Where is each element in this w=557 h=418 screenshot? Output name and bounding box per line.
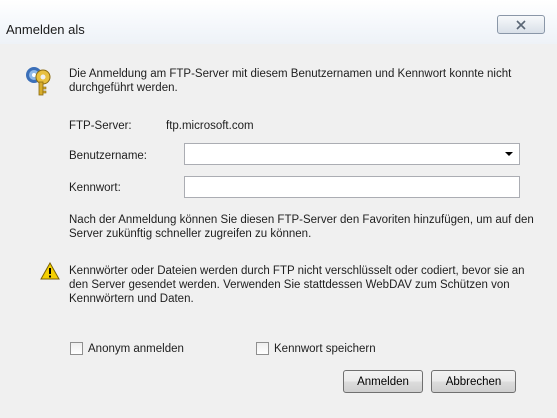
close-icon <box>516 19 526 30</box>
warning-icon <box>40 262 60 280</box>
window-title: Anmelden als <box>6 22 85 37</box>
username-combobox[interactable] <box>184 143 520 165</box>
save-password-checkbox[interactable] <box>256 342 269 355</box>
save-password-label[interactable]: Kennwort speichern <box>274 342 376 356</box>
chevron-down-icon[interactable] <box>505 152 513 156</box>
login-button[interactable]: Anmelden <box>343 370 423 393</box>
ftp-server-label: FTP-Server: <box>69 120 132 132</box>
anonymous-login-checkbox[interactable] <box>70 342 83 355</box>
password-field[interactable] <box>184 176 520 198</box>
anonymous-login-label[interactable]: Anonym anmelden <box>88 342 184 356</box>
username-label: Benutzername: <box>69 150 147 162</box>
dialog-body: Die Anmeldung am FTP-Server mit diesem B… <box>6 44 550 418</box>
ftp-server-value: ftp.microsoft.com <box>166 120 254 132</box>
cancel-button[interactable]: Abbrechen <box>431 370 516 393</box>
login-dialog: Anmelden als Die Anmeldung am FTP-Server… <box>0 0 557 418</box>
error-message: Die Anmeldung am FTP-Server mit diesem B… <box>69 68 512 94</box>
close-button[interactable] <box>497 15 545 34</box>
title-bar: Anmelden als <box>0 0 557 44</box>
password-label: Kennwort: <box>69 182 121 194</box>
security-warning-text: Kennwörter oder Dateien werden durch FTP… <box>69 265 525 305</box>
favorites-info-text: Nach der Anmeldung können Sie diesen FTP… <box>69 214 534 240</box>
key-icon <box>26 67 51 96</box>
